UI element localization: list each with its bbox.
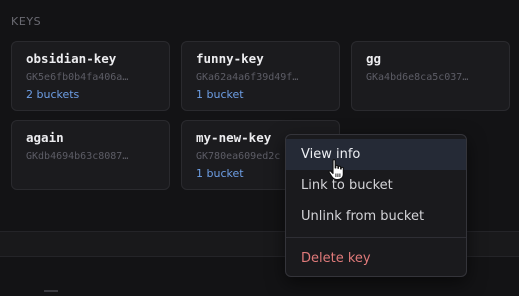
- key-card-funny-key[interactable]: funny-key GKa62a4a6f39d49f… 1 bucket: [181, 41, 340, 111]
- key-name: obsidian-key: [26, 51, 117, 66]
- key-bucket-count: 2 buckets: [26, 88, 80, 101]
- menu-item-delete-key[interactable]: Delete key: [286, 243, 466, 274]
- key-id: GKa4bd6e8ca5c037…: [366, 72, 469, 83]
- key-id: GKa62a4a6f39d49f…: [196, 72, 299, 83]
- key-bucket-count: 1 bucket: [196, 88, 244, 101]
- menu-item-unlink-from-bucket[interactable]: Unlink from bucket: [286, 201, 466, 232]
- menu-separator: [286, 237, 466, 238]
- menu-item-view-info[interactable]: View info: [286, 139, 466, 170]
- key-card-again[interactable]: again GKdb4694b63c8087…: [11, 120, 170, 190]
- key-name: funny-key: [196, 51, 264, 66]
- key-id: GK5e6fb0b4fa406a…: [26, 72, 129, 83]
- key-name: gg: [366, 51, 382, 66]
- hand-pointer-cursor-icon: [328, 159, 344, 181]
- key-id: GKdb4694b63c8087…: [26, 151, 129, 162]
- section-title: KEYS: [11, 15, 42, 28]
- menu-item-link-to-bucket[interactable]: Link to bucket: [286, 170, 466, 201]
- next-section-fragment: [44, 290, 58, 296]
- key-card-gg[interactable]: gg GKa4bd6e8ca5c037…: [351, 41, 510, 111]
- key-name: again: [26, 130, 64, 145]
- key-card-obsidian-key[interactable]: obsidian-key GK5e6fb0b4fa406a… 2 buckets: [11, 41, 170, 111]
- key-context-menu: View info Link to bucket Unlink from buc…: [285, 134, 467, 277]
